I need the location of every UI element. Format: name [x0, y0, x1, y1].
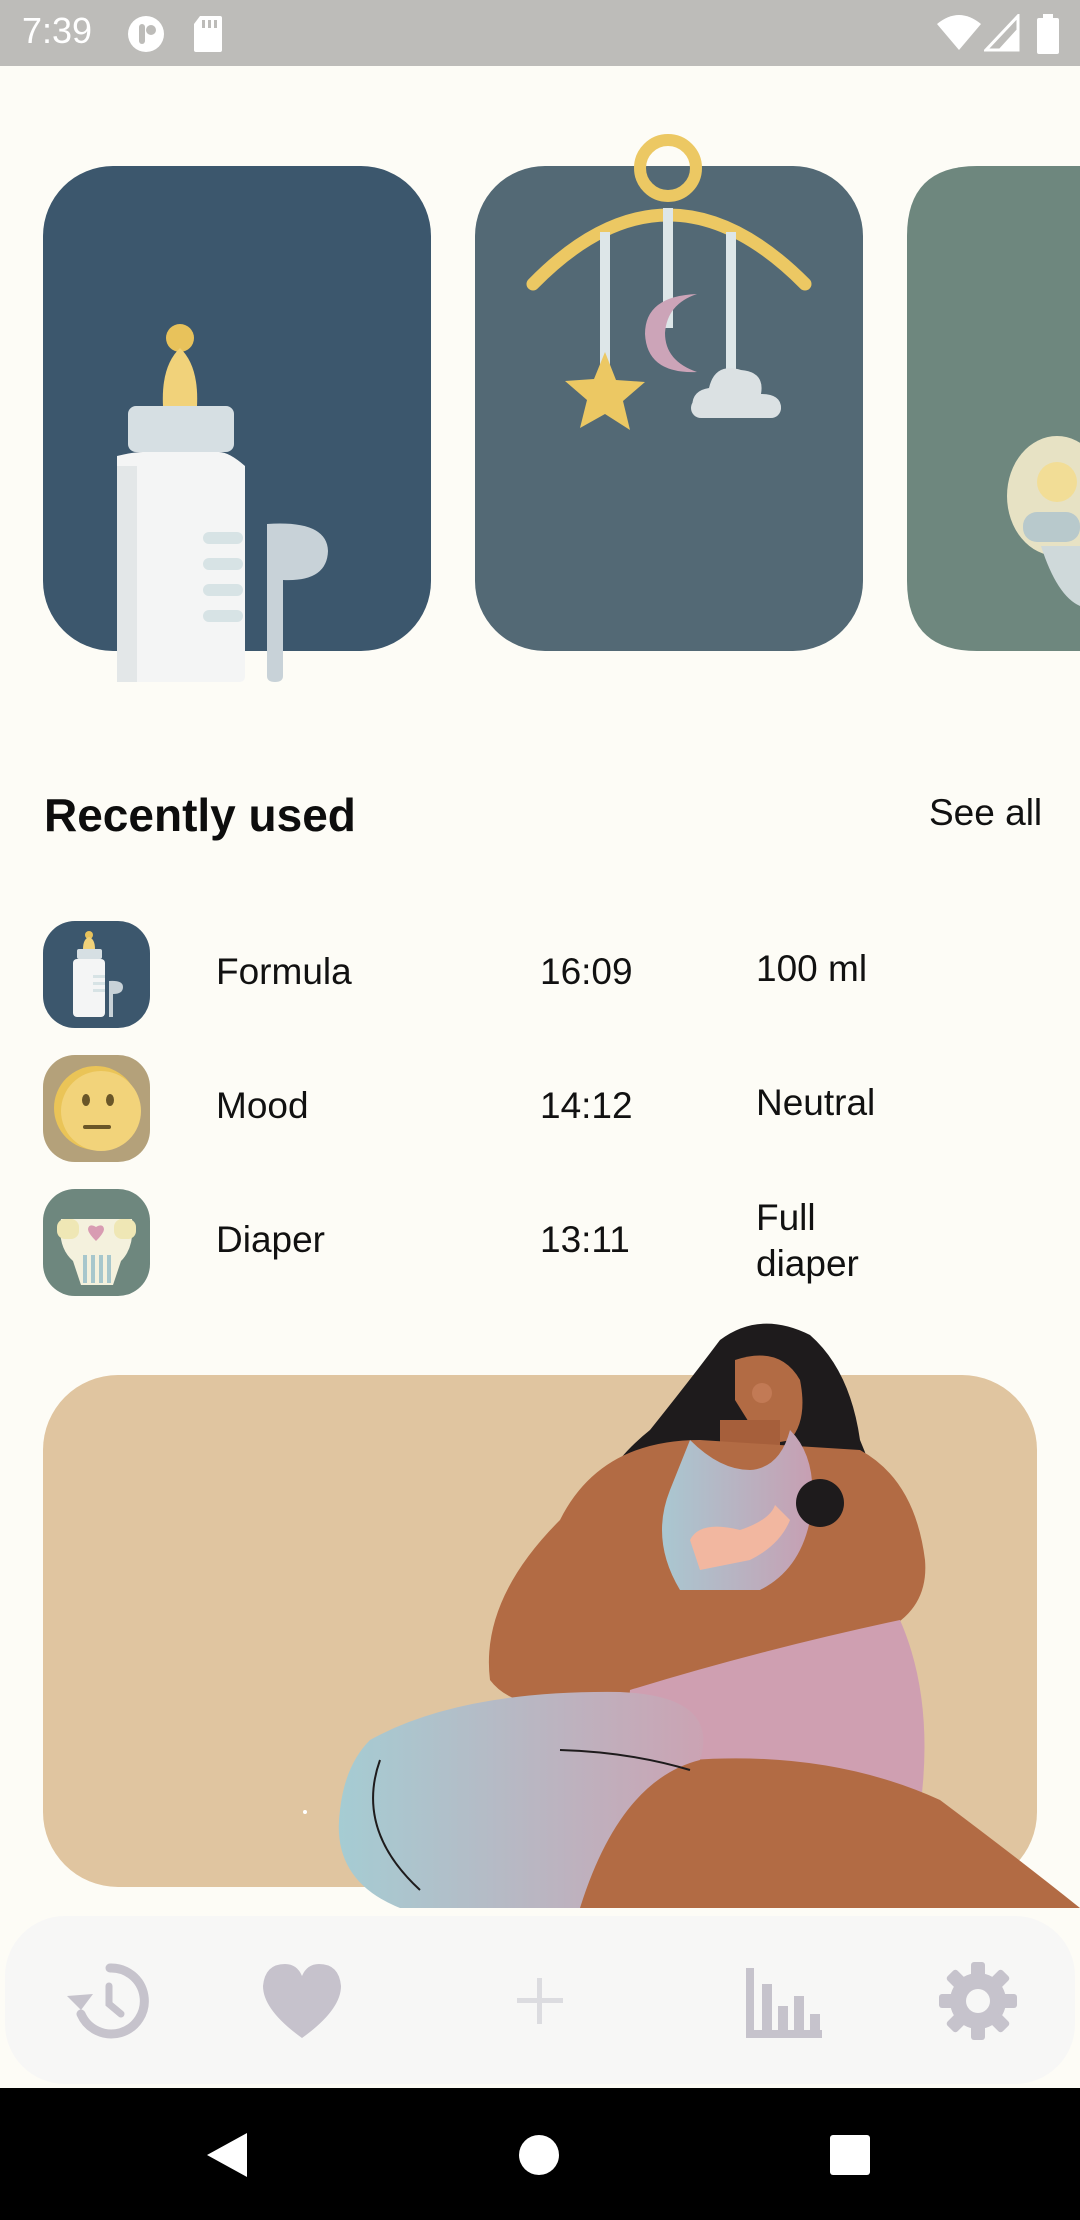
see-all-link[interactable]: See all: [929, 792, 1042, 834]
wifi-icon: [937, 15, 981, 50]
sleep-card[interactable]: [475, 134, 863, 651]
recent-item-name: Formula: [216, 951, 352, 992]
formula-card[interactable]: [43, 166, 431, 682]
recently-used-title: Recently used: [44, 789, 356, 841]
diaper-illustration: [907, 166, 1080, 651]
recent-item-mood[interactable]: Mood 14:12 Neutral: [0, 1055, 1080, 1165]
bottom-nav: [5, 1916, 1075, 2084]
crib-mobile-illustration: [475, 134, 863, 651]
sd-card-icon: [194, 16, 222, 52]
recent-item-time: 14:12: [540, 1085, 633, 1126]
recent-item-value: Full diaper: [756, 1197, 859, 1284]
status-bar: 7:39: [0, 0, 1080, 66]
battery-icon: [1037, 14, 1059, 54]
baby-bottle-icon: [43, 921, 150, 1028]
recent-item-name: Diaper: [216, 1219, 325, 1260]
settings-icon[interactable]: [933, 1956, 1023, 2046]
recent-item-formula[interactable]: Formula 16:09 100 ml: [0, 921, 1080, 1031]
recent-item-value: Neutral: [756, 1082, 876, 1123]
recent-item-value: 100 ml: [756, 948, 868, 989]
home-icon[interactable]: [518, 2134, 560, 2176]
breastfeeding-illustration: [43, 1323, 1080, 1908]
recent-item-time: 13:11: [540, 1219, 630, 1260]
system-navigation-bar: [0, 2088, 1080, 2220]
recent-item-time: 16:09: [540, 951, 633, 992]
back-icon[interactable]: [203, 2131, 249, 2179]
signal-icon: [984, 14, 1020, 52]
baby-bottle-illustration: [43, 166, 431, 682]
neutral-face-icon: [43, 1055, 150, 1162]
recent-item-diaper[interactable]: Diaper 13:11 Full diaper: [0, 1189, 1080, 1299]
diaper-card[interactable]: [907, 166, 1080, 651]
heart-icon[interactable]: [257, 1956, 347, 2046]
app-notification-icon: [128, 16, 164, 52]
add-icon[interactable]: [495, 1956, 585, 2046]
status-time: 7:39: [22, 10, 93, 51]
bar-chart-icon[interactable]: [738, 1956, 828, 2046]
recents-icon[interactable]: [829, 2134, 871, 2176]
history-icon[interactable]: [63, 1956, 153, 2046]
diaper-icon: [43, 1189, 150, 1296]
recent-item-name: Mood: [216, 1085, 309, 1126]
